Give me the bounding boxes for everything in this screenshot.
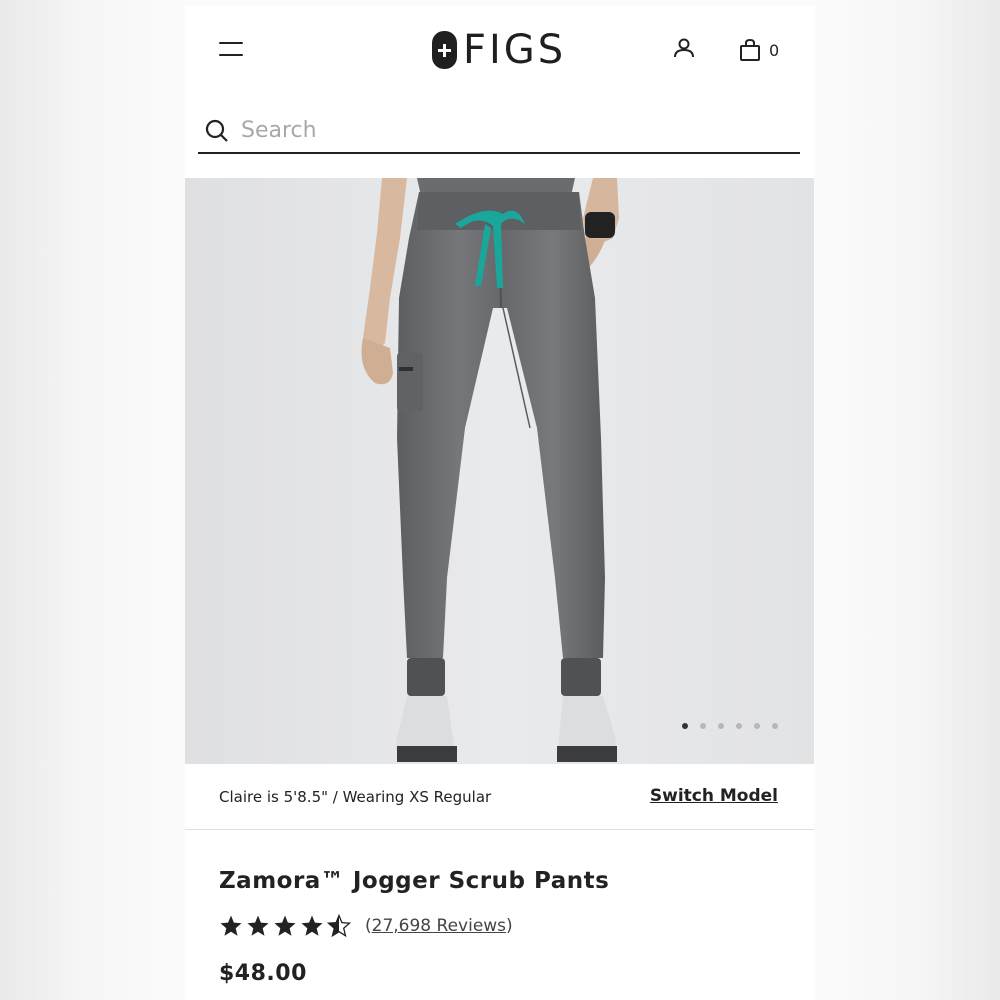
product-rating: (27,698 Reviews)	[219, 914, 513, 938]
star-icon	[301, 915, 323, 936]
bag-icon	[740, 38, 760, 61]
reviews-open-paren: (	[365, 916, 372, 936]
figs-logo[interactable]: FIGS	[432, 28, 566, 72]
star-icon	[274, 915, 296, 936]
model-info-row: Claire is 5'8.5" / Wearing XS Regular Sw…	[185, 764, 814, 830]
logo-text: FIGS	[463, 27, 567, 73]
search-input[interactable]	[241, 118, 781, 143]
product-title: Zamora™ Jogger Scrub Pants	[219, 868, 610, 894]
logo-cross-icon	[432, 31, 457, 69]
switch-model-link[interactable]: Switch Model	[650, 786, 778, 806]
menu-icon[interactable]	[219, 42, 243, 58]
star-icon	[247, 915, 269, 936]
reviews-link[interactable]: (27,698 Reviews)	[365, 916, 513, 936]
half-star-icon	[327, 914, 351, 938]
gallery-dot[interactable]	[736, 723, 742, 729]
gallery-dots	[682, 723, 778, 729]
mobile-page: FIGS 0 Search Claire is 5'8.5" / Wearing…	[185, 6, 814, 1000]
product-image[interactable]	[185, 178, 814, 764]
gallery-dot[interactable]	[700, 723, 706, 729]
cart-count: 0	[769, 40, 780, 60]
account-icon[interactable]	[672, 36, 698, 62]
gallery-dot[interactable]	[718, 723, 724, 729]
rating-stars	[219, 914, 351, 938]
gallery-dot[interactable]	[772, 723, 778, 729]
reviews-count: 27,698 Reviews	[371, 916, 507, 936]
star-icon	[220, 915, 242, 936]
cart-button[interactable]: 0	[738, 36, 790, 64]
reviews-close-paren: )	[506, 916, 513, 936]
gallery-dot[interactable]	[754, 723, 760, 729]
model-photo	[185, 178, 814, 764]
search-bar	[198, 109, 800, 154]
model-info-text: Claire is 5'8.5" / Wearing XS Regular	[219, 788, 492, 806]
search-icon	[205, 119, 228, 142]
product-price: $48.00	[219, 961, 307, 986]
site-header: FIGS 0	[185, 6, 814, 96]
gallery-dot[interactable]	[682, 723, 688, 729]
